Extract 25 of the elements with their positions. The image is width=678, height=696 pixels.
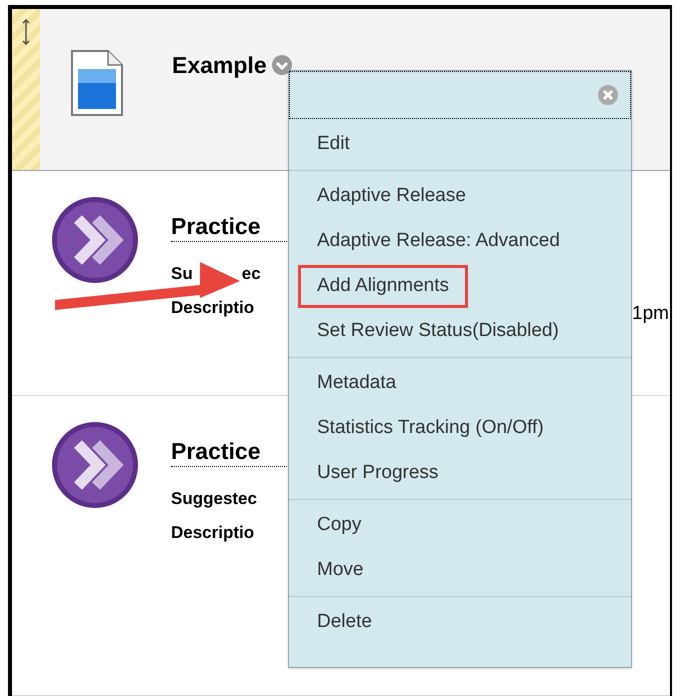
menu-item[interactable]: Edit [301, 126, 366, 163]
menu-item[interactable]: Delete [301, 604, 388, 641]
menu-item[interactable]: Add Alignments [298, 265, 468, 308]
menu-item[interactable]: Set Review Status(Disabled) [301, 313, 575, 350]
suggested-label: Suggestec [171, 489, 257, 509]
suggested-label: Su [171, 264, 193, 284]
chevron-down-icon[interactable] [270, 54, 293, 76]
forward-circle-icon [50, 420, 140, 510]
description-label: Descriptio [171, 298, 256, 318]
menu-item[interactable]: Adaptive Release [301, 178, 482, 215]
item-title[interactable]: Example [172, 48, 267, 82]
drag-handle-icon[interactable] [22, 19, 30, 45]
suggested-label: ec [242, 264, 261, 284]
description-label: Descriptio [171, 523, 256, 543]
drag-handle-strip[interactable] [12, 9, 40, 170]
time-text: 1pm [632, 302, 669, 326]
menu-item[interactable]: Statistics Tracking (On/Off) [301, 410, 560, 447]
menu-item[interactable]: User Progress [301, 455, 454, 492]
menu-item[interactable]: Copy [301, 507, 378, 544]
menu-item[interactable]: Metadata [301, 365, 412, 402]
menu-item[interactable]: Move [301, 552, 380, 589]
document-icon [70, 49, 124, 117]
forward-circle-icon [50, 195, 140, 285]
close-icon[interactable] [598, 85, 618, 105]
menu-item[interactable]: Adaptive Release: Advanced [301, 223, 576, 260]
